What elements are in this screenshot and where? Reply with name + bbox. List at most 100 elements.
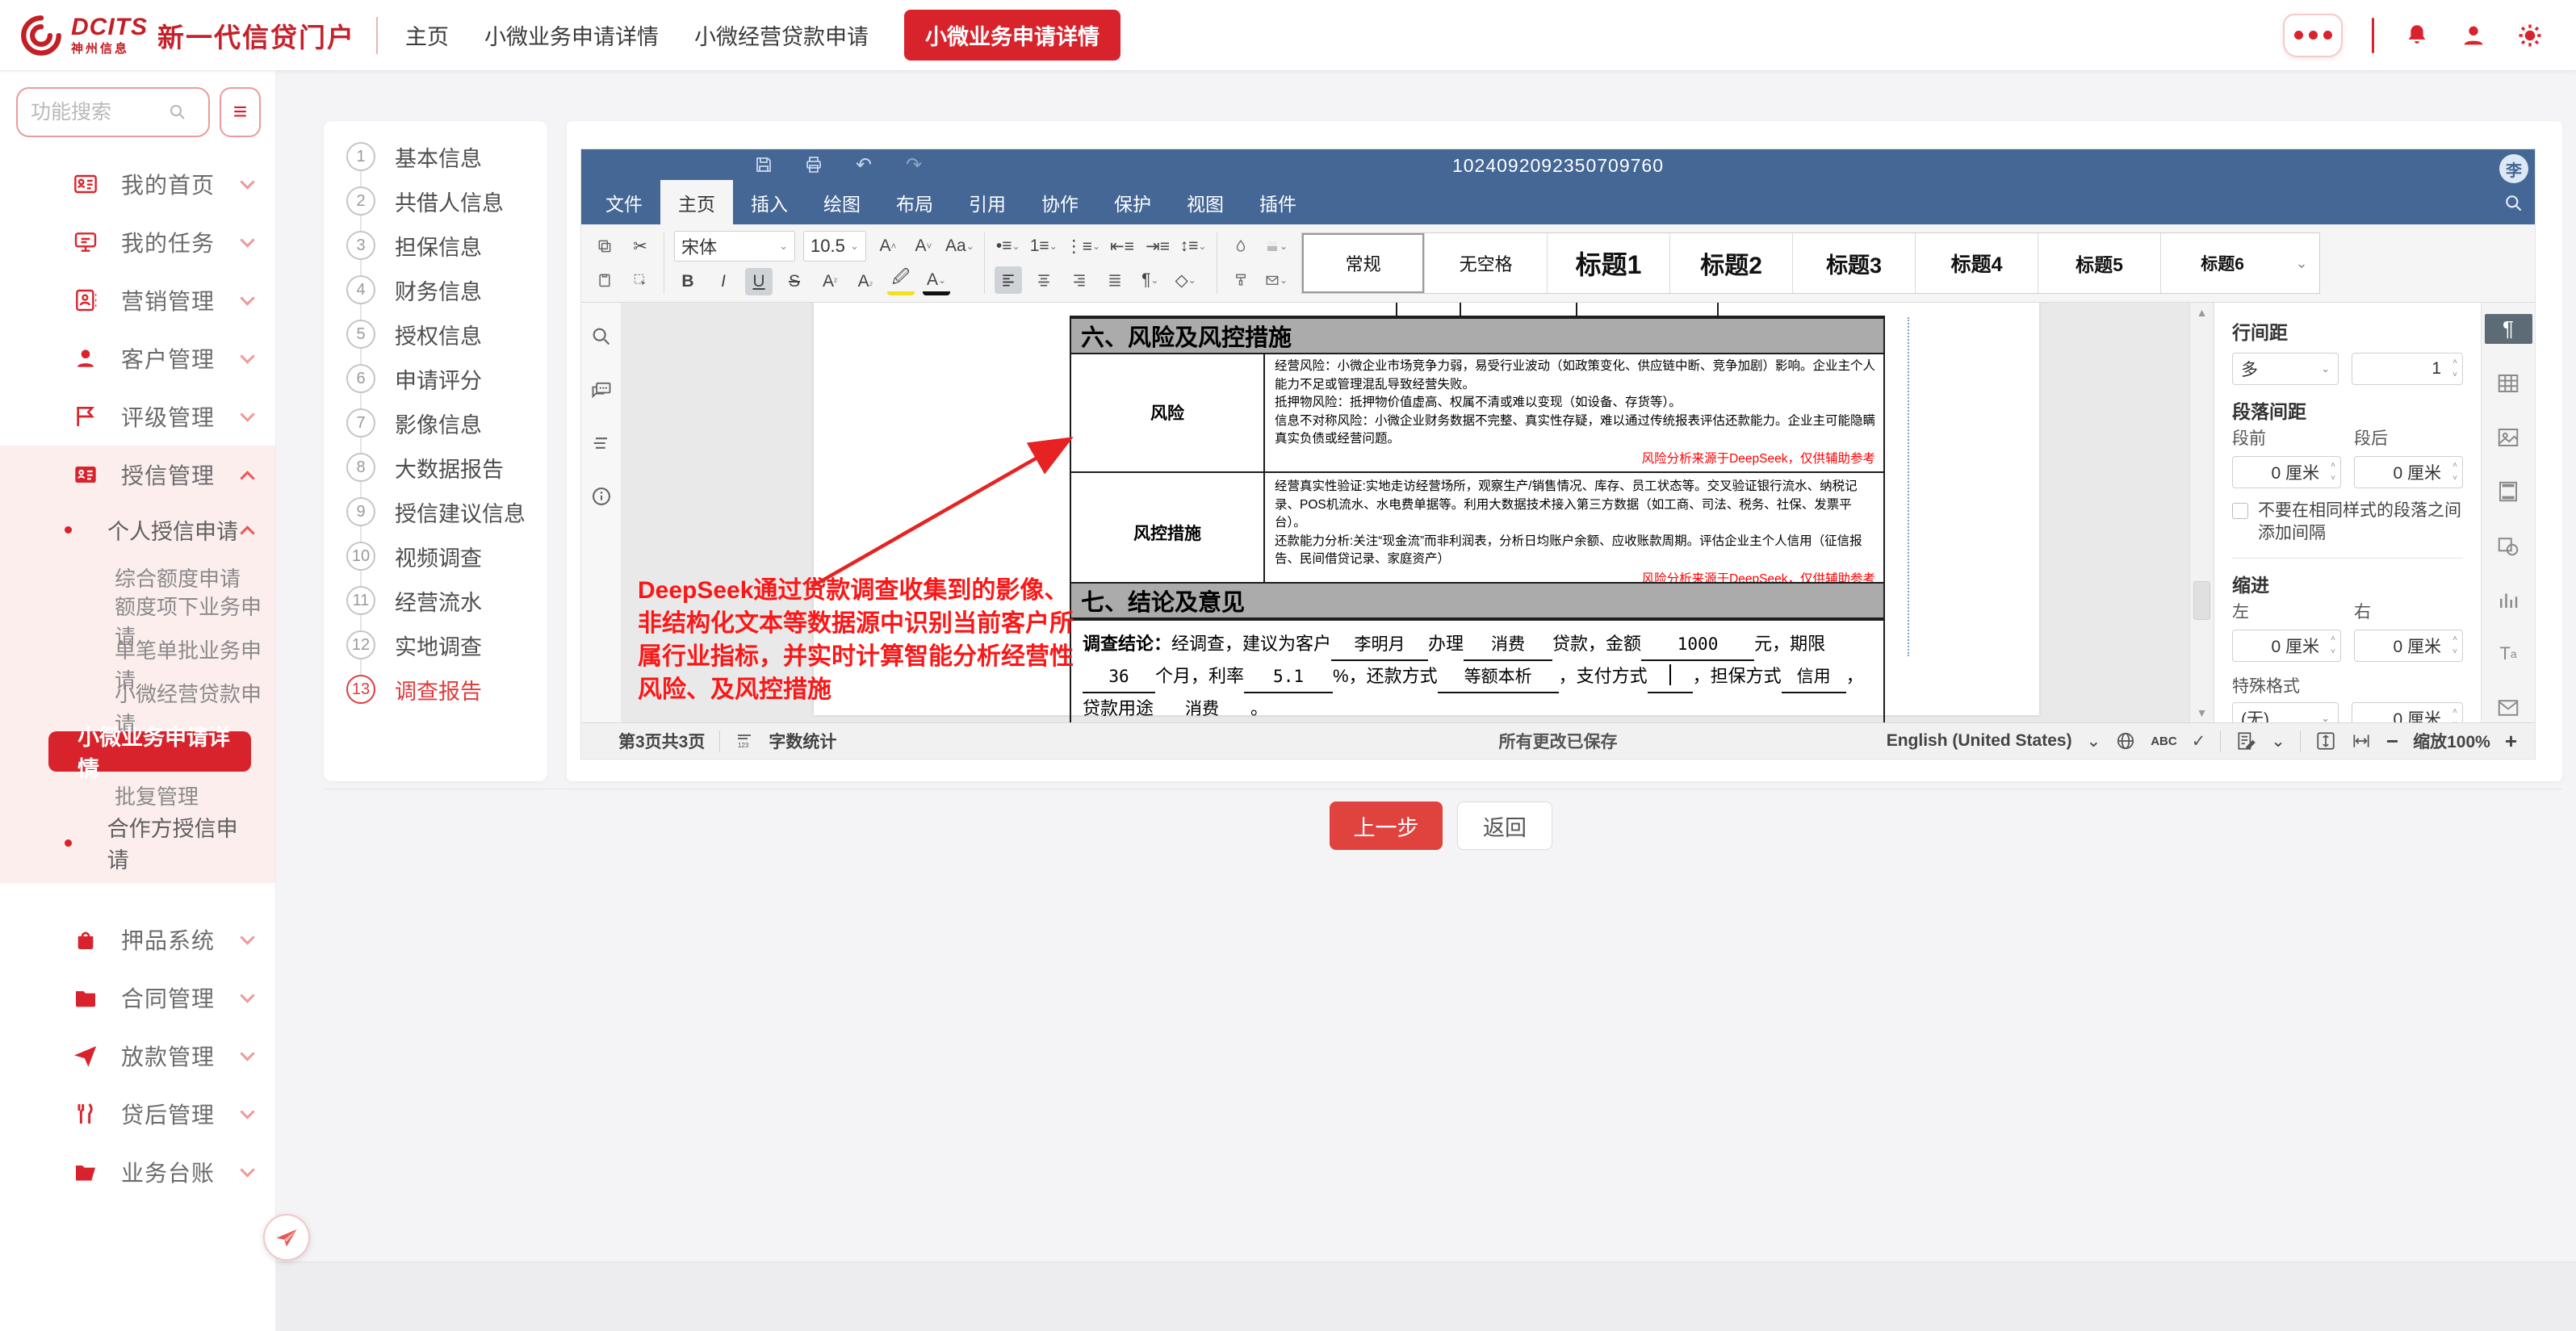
editor-search-icon[interactable] bbox=[2503, 193, 2524, 214]
increase-indent-icon[interactable]: ⇥≡ bbox=[1144, 232, 1171, 260]
scroll-thumb[interactable] bbox=[2193, 581, 2210, 620]
fit-page-icon[interactable] bbox=[2315, 730, 2336, 751]
step-imaging[interactable]: 7影像信息 bbox=[346, 408, 547, 437]
font-color-icon[interactable]: A⌄ bbox=[923, 268, 950, 295]
bell-icon[interactable] bbox=[2403, 22, 2431, 49]
blank-repayment-method[interactable]: 等额本析 bbox=[1438, 662, 1559, 693]
blank-loan-purpose[interactable]: 消费 bbox=[1154, 694, 1250, 722]
indent-right-stepper[interactable]: 0 厘米˄˅ bbox=[2354, 630, 2463, 662]
globe-icon[interactable] bbox=[2115, 730, 2136, 751]
spacing-before-stepper[interactable]: 0 厘米˄˅ bbox=[2232, 456, 2341, 488]
search-input[interactable] bbox=[31, 101, 168, 124]
menu-tab-view[interactable]: 视图 bbox=[1169, 180, 1242, 224]
conclusion-block[interactable]: 调查结论：经调查，建议为客户李明月办理消费贷款，金额1000元，期限36个月，利… bbox=[1070, 619, 1885, 722]
sidebar-item-home[interactable]: 我的首页 bbox=[0, 155, 275, 213]
underline-button[interactable]: U bbox=[745, 268, 773, 295]
menu-tab-insert[interactable]: 插入 bbox=[733, 180, 806, 224]
shape-settings-icon[interactable] bbox=[2485, 530, 2532, 560]
sidebar-item-credit[interactable]: 授信管理 bbox=[0, 446, 275, 504]
sidebar-item-rating[interactable]: 评级管理 bbox=[0, 387, 275, 446]
line-spacing-select[interactable]: 多⌄ bbox=[2232, 353, 2339, 385]
increase-font-icon[interactable]: A˄ bbox=[874, 232, 902, 260]
blank-amount[interactable]: 1000 bbox=[1641, 630, 1754, 661]
user-icon[interactable] bbox=[2460, 22, 2487, 49]
step-authorization[interactable]: 5授权信息 bbox=[346, 320, 547, 349]
blank-rate[interactable]: 5.1 bbox=[1244, 662, 1333, 693]
step-guarantee[interactable]: 3担保信息 bbox=[346, 231, 547, 260]
highlight-color-icon[interactable]: 🖉 bbox=[887, 268, 915, 295]
style-heading2[interactable]: 标题2 bbox=[1670, 233, 1793, 293]
align-right-icon[interactable] bbox=[1066, 266, 1093, 294]
find-icon[interactable] bbox=[590, 325, 613, 348]
table-settings-icon[interactable] bbox=[2485, 368, 2532, 398]
step-basic-info[interactable]: 1基本信息 bbox=[346, 142, 547, 171]
menu-tab-protection[interactable]: 保护 bbox=[1096, 180, 1169, 224]
zoom-in-button[interactable]: + bbox=[2505, 729, 2517, 754]
menu-tab-layout[interactable]: 布局 bbox=[878, 180, 951, 224]
style-heading6[interactable]: 标题6 bbox=[2161, 233, 2284, 293]
zoom-level[interactable]: 缩放100% bbox=[2413, 729, 2490, 753]
nav-tab-micro-detail-active[interactable]: 小微业务申请详情 bbox=[904, 10, 1120, 61]
document-canvas[interactable]: 六、风险及风控措施 风险 经营风险：小微企业市场竞争力弱，易受行业波动（如政策变… bbox=[622, 303, 2216, 722]
multilevel-list-icon[interactable]: ⋮≡⌄ bbox=[1066, 232, 1100, 260]
paste-icon[interactable] bbox=[591, 266, 618, 294]
sidebar-item-customers[interactable]: 客户管理 bbox=[0, 329, 275, 387]
sidebar-item-disbursement[interactable]: 放款管理 bbox=[0, 1027, 275, 1085]
nav-tab-micro-detail[interactable]: 小微业务申请详情 bbox=[484, 19, 659, 51]
font-size-select[interactable]: 10.5⌄ bbox=[803, 231, 866, 262]
sidebar-item-ledger[interactable]: 业务台账 bbox=[0, 1143, 275, 1201]
format-painter-icon[interactable] bbox=[1227, 266, 1254, 294]
step-business-flow[interactable]: 11经营流水 bbox=[346, 586, 547, 615]
text-art-settings-icon[interactable]: Ta bbox=[2485, 638, 2532, 668]
change-case-icon[interactable]: Aa⌄ bbox=[945, 232, 974, 260]
submenu-item-micro-detail-active[interactable]: 小微业务申请详情 bbox=[48, 731, 251, 772]
previous-step-button[interactable]: 上一步 bbox=[1330, 802, 1443, 850]
more-actions-icon[interactable] bbox=[2283, 14, 2343, 57]
menu-tab-file[interactable]: 文件 bbox=[588, 180, 660, 224]
nav-tab-home[interactable]: 主页 bbox=[405, 19, 449, 51]
image-settings-icon[interactable] bbox=[2485, 422, 2532, 452]
chart-settings-icon[interactable] bbox=[2485, 584, 2532, 614]
numbered-list-icon[interactable]: 1≡⌄ bbox=[1030, 232, 1058, 260]
blank-guarantee-method[interactable]: 信用 bbox=[1782, 662, 1846, 693]
gear-icon[interactable] bbox=[2516, 22, 2544, 49]
style-no-spacing[interactable]: 无空格 bbox=[1425, 233, 1548, 293]
menu-toggle-icon[interactable]: ≡ bbox=[220, 87, 261, 137]
font-name-select[interactable]: 宋体⌄ bbox=[674, 231, 795, 262]
color-scheme-icon[interactable]: ⌄ bbox=[1263, 232, 1290, 260]
avatar[interactable]: 李 bbox=[2499, 154, 2528, 183]
sidebar-item-tasks[interactable]: 我的任务 bbox=[0, 213, 275, 271]
style-normal[interactable]: 常规 bbox=[1302, 233, 1425, 293]
step-credit-advice[interactable]: 9授信建议信息 bbox=[346, 497, 547, 526]
zoom-out-button[interactable]: − bbox=[2386, 729, 2398, 754]
bold-button[interactable]: B bbox=[674, 268, 702, 295]
step-field-survey[interactable]: 12实地调查 bbox=[346, 630, 547, 659]
submenu-group-personal-credit[interactable]: 个人授信申请 bbox=[0, 504, 275, 555]
style-gallery-expand-icon[interactable]: ⌄ bbox=[2284, 233, 2319, 293]
step-video-survey[interactable]: 10视频调查 bbox=[346, 542, 547, 571]
ink-icon[interactable] bbox=[1227, 232, 1254, 260]
menu-tab-plugins[interactable]: 插件 bbox=[1242, 180, 1314, 224]
decrease-font-icon[interactable]: A˅ bbox=[910, 232, 937, 260]
nav-tab-micro-loan[interactable]: 小微经营贷款申请 bbox=[694, 19, 869, 51]
scroll-down-icon[interactable]: ▼ bbox=[2197, 706, 2208, 719]
blank-loan-kind[interactable]: 消费 bbox=[1464, 630, 1552, 661]
shading-icon[interactable]: ◇⌄ bbox=[1172, 266, 1200, 294]
function-search[interactable] bbox=[16, 87, 210, 137]
sidebar-item-post-loan[interactable]: 贷后管理 bbox=[0, 1085, 275, 1143]
style-heading1[interactable]: 标题1 bbox=[1548, 233, 1670, 293]
blank-customer-name[interactable]: 李明月 bbox=[1331, 630, 1428, 661]
copy-icon[interactable] bbox=[591, 232, 618, 260]
line-spacing-stepper[interactable]: 1˄˅ bbox=[2352, 353, 2463, 385]
header-footer-settings-icon[interactable] bbox=[2485, 476, 2532, 506]
sidebar-item-marketing[interactable]: 营销管理 bbox=[0, 271, 275, 329]
mailbox-icon[interactable]: ⌄ bbox=[1263, 266, 1290, 294]
paragraph-settings-icon[interactable]: ¶ bbox=[2485, 314, 2532, 344]
language-dropdown-icon[interactable]: ⌄ bbox=[2087, 731, 2101, 751]
word-count-label[interactable]: 字数统计 bbox=[769, 729, 836, 753]
step-bigdata-report[interactable]: 8大数据报告 bbox=[346, 453, 547, 482]
sidebar-item-contracts[interactable]: 合同管理 bbox=[0, 969, 275, 1027]
line-spacing-icon[interactable]: ↕≡⌄ bbox=[1179, 232, 1207, 260]
style-heading4[interactable]: 标题4 bbox=[1916, 233, 2038, 293]
special-format-stepper[interactable]: 0 厘米˄˅ bbox=[2352, 702, 2463, 722]
